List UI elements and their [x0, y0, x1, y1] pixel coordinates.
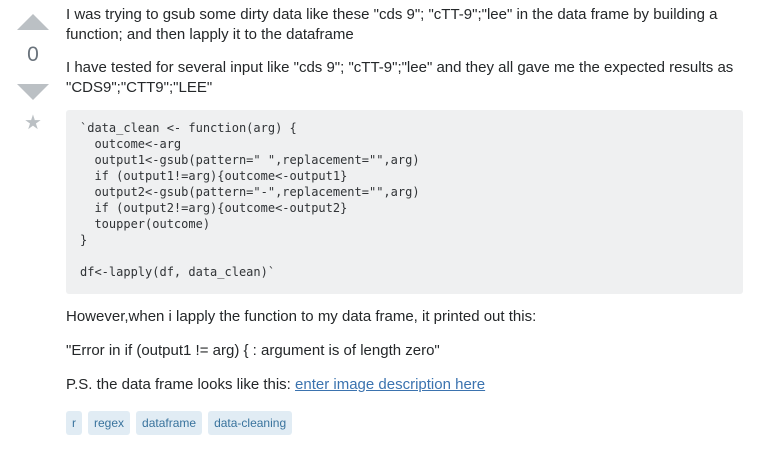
code-block: `data_clean <- function(arg) { outcome<-… [66, 110, 743, 294]
code-line: output2<-gsub(pattern="-",replacement=""… [80, 185, 420, 199]
tag-data-cleaning[interactable]: data-cleaning [208, 411, 293, 435]
question-paragraph-3: However,when i lapply the function to my… [66, 308, 537, 325]
vote-count: 0 [27, 43, 39, 66]
code-line: } [80, 233, 88, 247]
error-message-paragraph: "Error in if (output1 != arg) { : argume… [66, 342, 440, 359]
upvote-arrow-icon[interactable] [17, 14, 49, 30]
tag-list: r regex dataframe data-cleaning [66, 411, 293, 435]
tag-r[interactable]: r [66, 411, 82, 435]
code-line: `data_clean <- function(arg) { [80, 121, 297, 135]
star-icon[interactable]: ★ [24, 112, 42, 134]
question-paragraph-1: I was trying to gsub some dirty data lik… [66, 6, 718, 43]
downvote-arrow-icon[interactable] [17, 84, 49, 100]
question-paragraph-2: I have tested for several input like "cd… [66, 59, 734, 96]
code-line: toupper(outcome) [80, 217, 211, 231]
question-paragraph-5: P.S. the data frame looks like this: ent… [66, 375, 744, 395]
code-line: output1<-gsub(pattern=" ",replacement=""… [80, 153, 420, 167]
image-description-link[interactable]: enter image description here [295, 376, 485, 393]
code-line: df<-lapply(df, data_clean)` [80, 265, 276, 279]
code-line: if (output1!=arg){outcome<-output1} [80, 169, 348, 183]
tag-dataframe[interactable]: dataframe [136, 411, 203, 435]
code-line: outcome<-arg [80, 137, 182, 151]
ps-text: P.S. the data frame looks like this: [66, 376, 296, 393]
code-line: if (output2!=arg){outcome<-output2} [80, 201, 348, 215]
tag-regex[interactable]: regex [88, 411, 131, 435]
